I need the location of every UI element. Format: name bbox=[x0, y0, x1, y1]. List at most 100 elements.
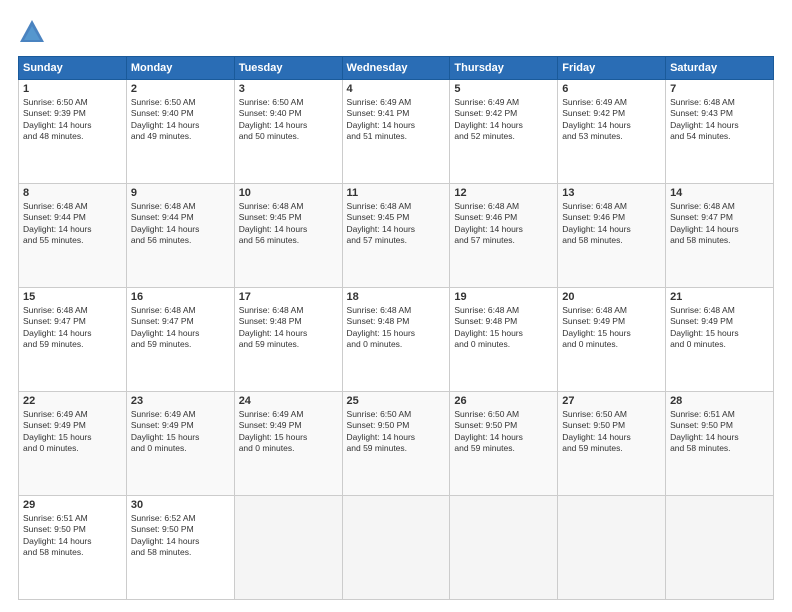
cell-info: Sunrise: 6:49 AM Sunset: 9:42 PM Dayligh… bbox=[454, 97, 553, 143]
col-header-friday: Friday bbox=[558, 57, 666, 80]
cell-info: Sunrise: 6:48 AM Sunset: 9:48 PM Dayligh… bbox=[347, 305, 446, 351]
calendar-week-row: 29 Sunrise: 6:51 AM Sunset: 9:50 PM Dayli… bbox=[19, 496, 774, 600]
calendar-cell: 27Sunrise: 6:50 AM Sunset: 9:50 PM Dayli… bbox=[558, 392, 666, 496]
calendar-cell: 7 Sunrise: 6:48 AM Sunset: 9:43 PM Daylig… bbox=[666, 80, 774, 184]
cell-info: Sunrise: 6:49 AM Sunset: 9:42 PM Dayligh… bbox=[562, 97, 661, 143]
day-number: 30 bbox=[131, 499, 230, 511]
day-number: 11 bbox=[347, 187, 446, 199]
col-header-saturday: Saturday bbox=[666, 57, 774, 80]
cell-info: Sunrise: 6:48 AM Sunset: 9:47 PM Dayligh… bbox=[131, 305, 230, 351]
cell-info: Sunrise: 6:51 AM Sunset: 9:50 PM Dayligh… bbox=[670, 409, 769, 455]
calendar-cell: 17 Sunrise: 6:48 AM Sunset: 9:48 PM Dayli… bbox=[234, 288, 342, 392]
cell-info: Sunrise: 6:50 AM Sunset: 9:50 PM Dayligh… bbox=[562, 409, 661, 455]
calendar-cell: 16 Sunrise: 6:48 AM Sunset: 9:47 PM Dayli… bbox=[126, 288, 234, 392]
cell-info: Sunrise: 6:50 AM Sunset: 9:39 PM Dayligh… bbox=[23, 97, 122, 143]
day-number: 18 bbox=[347, 291, 446, 303]
day-number: 20 bbox=[562, 291, 661, 303]
day-number: 29 bbox=[23, 499, 122, 511]
col-header-sunday: Sunday bbox=[19, 57, 127, 80]
cell-info: Sunrise: 6:49 AM Sunset: 9:49 PM Dayligh… bbox=[131, 409, 230, 455]
calendar-week-row: 15 Sunrise: 6:48 AM Sunset: 9:47 PM Dayli… bbox=[19, 288, 774, 392]
calendar-cell: 4Sunrise: 6:49 AM Sunset: 9:41 PM Daylig… bbox=[342, 80, 450, 184]
day-number: 25 bbox=[347, 395, 446, 407]
day-number: 28 bbox=[670, 395, 769, 407]
calendar-cell: 8 Sunrise: 6:48 AM Sunset: 9:44 PM Daylig… bbox=[19, 184, 127, 288]
calendar-cell: 26 Sunrise: 6:50 AM Sunset: 9:50 PM Dayli… bbox=[450, 392, 558, 496]
cell-info: Sunrise: 6:48 AM Sunset: 9:48 PM Dayligh… bbox=[239, 305, 338, 351]
cell-info: Sunrise: 6:48 AM Sunset: 9:43 PM Dayligh… bbox=[670, 97, 769, 143]
calendar-cell: 20 Sunrise: 6:48 AM Sunset: 9:49 PM Dayli… bbox=[558, 288, 666, 392]
day-number: 15 bbox=[23, 291, 122, 303]
day-number: 8 bbox=[23, 187, 122, 199]
calendar-cell bbox=[666, 496, 774, 600]
calendar-cell: 5 Sunrise: 6:49 AM Sunset: 9:42 PM Daylig… bbox=[450, 80, 558, 184]
cell-info: Sunrise: 6:51 AM Sunset: 9:50 PM Dayligh… bbox=[23, 513, 122, 559]
calendar-cell bbox=[234, 496, 342, 600]
calendar-cell: 29 Sunrise: 6:51 AM Sunset: 9:50 PM Dayli… bbox=[19, 496, 127, 600]
cell-info: Sunrise: 6:49 AM Sunset: 9:49 PM Dayligh… bbox=[239, 409, 338, 455]
cell-info: Sunrise: 6:50 AM Sunset: 9:50 PM Dayligh… bbox=[454, 409, 553, 455]
day-number: 2 bbox=[131, 83, 230, 95]
calendar-cell: 13 Sunrise: 6:48 AM Sunset: 9:46 PM Dayli… bbox=[558, 184, 666, 288]
cell-info: Sunrise: 6:49 AM Sunset: 9:49 PM Dayligh… bbox=[23, 409, 122, 455]
calendar-cell: 2Sunrise: 6:50 AM Sunset: 9:40 PM Daylig… bbox=[126, 80, 234, 184]
calendar-cell: 11 Sunrise: 6:48 AM Sunset: 9:45 PM Dayli… bbox=[342, 184, 450, 288]
logo bbox=[18, 18, 50, 46]
day-number: 26 bbox=[454, 395, 553, 407]
day-number: 6 bbox=[562, 83, 661, 95]
calendar-cell: 21 Sunrise: 6:48 AM Sunset: 9:49 PM Dayli… bbox=[666, 288, 774, 392]
cell-info: Sunrise: 6:48 AM Sunset: 9:46 PM Dayligh… bbox=[562, 201, 661, 247]
day-number: 21 bbox=[670, 291, 769, 303]
day-number: 1 bbox=[23, 83, 122, 95]
day-number: 4 bbox=[347, 83, 446, 95]
day-number: 23 bbox=[131, 395, 230, 407]
day-number: 17 bbox=[239, 291, 338, 303]
calendar-cell bbox=[558, 496, 666, 600]
page: SundayMondayTuesdayWednesdayThursdayFrid… bbox=[0, 0, 792, 612]
calendar-cell bbox=[342, 496, 450, 600]
day-number: 13 bbox=[562, 187, 661, 199]
calendar-cell: 9Sunrise: 6:48 AM Sunset: 9:44 PM Daylig… bbox=[126, 184, 234, 288]
day-number: 19 bbox=[454, 291, 553, 303]
cell-info: Sunrise: 6:48 AM Sunset: 9:45 PM Dayligh… bbox=[347, 201, 446, 247]
calendar-week-row: 1 Sunrise: 6:50 AM Sunset: 9:39 PM Daylig… bbox=[19, 80, 774, 184]
cell-info: Sunrise: 6:48 AM Sunset: 9:47 PM Dayligh… bbox=[670, 201, 769, 247]
logo-icon bbox=[18, 18, 46, 46]
day-number: 12 bbox=[454, 187, 553, 199]
cell-info: Sunrise: 6:48 AM Sunset: 9:44 PM Dayligh… bbox=[23, 201, 122, 247]
calendar-cell: 28 Sunrise: 6:51 AM Sunset: 9:50 PM Dayli… bbox=[666, 392, 774, 496]
calendar-week-row: 22 Sunrise: 6:49 AM Sunset: 9:49 PM Dayli… bbox=[19, 392, 774, 496]
cell-info: Sunrise: 6:50 AM Sunset: 9:50 PM Dayligh… bbox=[347, 409, 446, 455]
day-number: 3 bbox=[239, 83, 338, 95]
calendar-cell: 18 Sunrise: 6:48 AM Sunset: 9:48 PM Dayli… bbox=[342, 288, 450, 392]
day-number: 24 bbox=[239, 395, 338, 407]
cell-info: Sunrise: 6:48 AM Sunset: 9:49 PM Dayligh… bbox=[562, 305, 661, 351]
day-number: 16 bbox=[131, 291, 230, 303]
col-header-thursday: Thursday bbox=[450, 57, 558, 80]
cell-info: Sunrise: 6:48 AM Sunset: 9:44 PM Dayligh… bbox=[131, 201, 230, 247]
calendar-week-row: 8 Sunrise: 6:48 AM Sunset: 9:44 PM Daylig… bbox=[19, 184, 774, 288]
calendar-cell: 22 Sunrise: 6:49 AM Sunset: 9:49 PM Dayli… bbox=[19, 392, 127, 496]
calendar-cell: 12 Sunrise: 6:48 AM Sunset: 9:46 PM Dayli… bbox=[450, 184, 558, 288]
calendar-cell: 23 Sunrise: 6:49 AM Sunset: 9:49 PM Dayli… bbox=[126, 392, 234, 496]
day-number: 10 bbox=[239, 187, 338, 199]
calendar-cell: 19 Sunrise: 6:48 AM Sunset: 9:48 PM Dayli… bbox=[450, 288, 558, 392]
calendar-cell: 30 Sunrise: 6:52 AM Sunset: 9:50 PM Dayli… bbox=[126, 496, 234, 600]
calendar-cell: 6 Sunrise: 6:49 AM Sunset: 9:42 PM Daylig… bbox=[558, 80, 666, 184]
calendar-cell: 10Sunrise: 6:48 AM Sunset: 9:45 PM Dayli… bbox=[234, 184, 342, 288]
cell-info: Sunrise: 6:48 AM Sunset: 9:47 PM Dayligh… bbox=[23, 305, 122, 351]
calendar-cell: 1 Sunrise: 6:50 AM Sunset: 9:39 PM Daylig… bbox=[19, 80, 127, 184]
cell-info: Sunrise: 6:48 AM Sunset: 9:49 PM Dayligh… bbox=[670, 305, 769, 351]
calendar-cell: 3 Sunrise: 6:50 AM Sunset: 9:40 PM Daylig… bbox=[234, 80, 342, 184]
cell-info: Sunrise: 6:48 AM Sunset: 9:46 PM Dayligh… bbox=[454, 201, 553, 247]
calendar-cell: 25 Sunrise: 6:50 AM Sunset: 9:50 PM Dayli… bbox=[342, 392, 450, 496]
col-header-tuesday: Tuesday bbox=[234, 57, 342, 80]
cell-info: Sunrise: 6:48 AM Sunset: 9:48 PM Dayligh… bbox=[454, 305, 553, 351]
day-number: 5 bbox=[454, 83, 553, 95]
day-number: 22 bbox=[23, 395, 122, 407]
day-number: 7 bbox=[670, 83, 769, 95]
cell-info: Sunrise: 6:52 AM Sunset: 9:50 PM Dayligh… bbox=[131, 513, 230, 559]
cell-info: Sunrise: 6:50 AM Sunset: 9:40 PM Dayligh… bbox=[239, 97, 338, 143]
calendar-cell: 24 Sunrise: 6:49 AM Sunset: 9:49 PM Dayli… bbox=[234, 392, 342, 496]
calendar-cell: 14Sunrise: 6:48 AM Sunset: 9:47 PM Dayli… bbox=[666, 184, 774, 288]
